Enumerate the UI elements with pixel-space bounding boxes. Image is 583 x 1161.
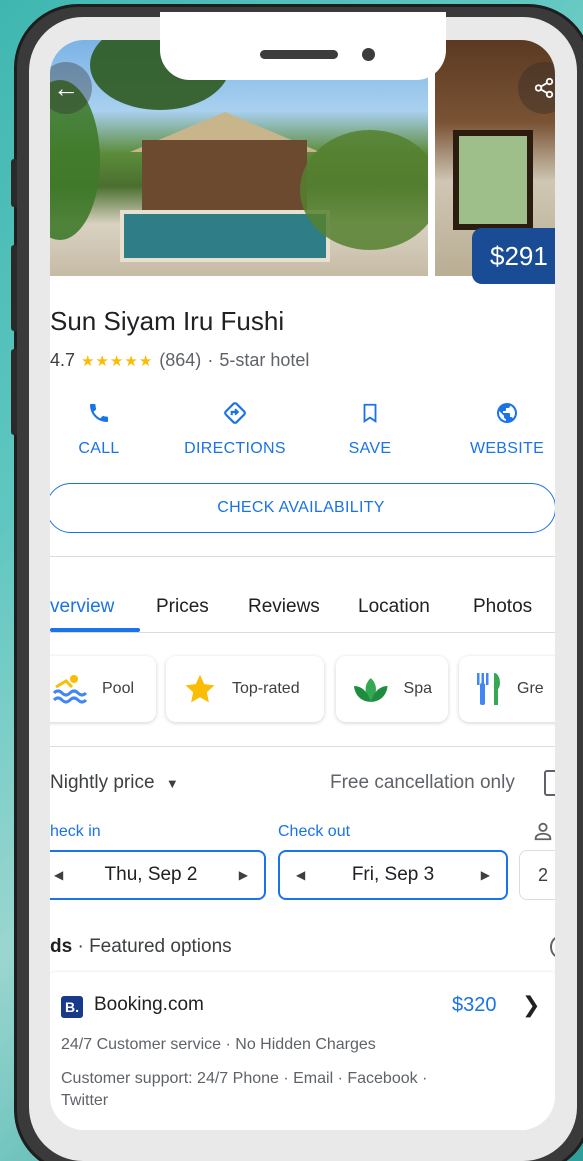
arrow-left-icon: ← bbox=[53, 72, 79, 103]
free-cancellation-checkbox[interactable] bbox=[544, 770, 555, 796]
website-label: WEBSITE bbox=[469, 440, 545, 457]
phone-volume-up bbox=[11, 245, 17, 331]
offer-features: 24/7 Customer service · No Hidden Charge… bbox=[61, 1036, 376, 1053]
tab-photos[interactable]: Photos bbox=[473, 596, 532, 618]
prev-date-icon[interactable]: ◀ bbox=[54, 868, 63, 882]
person-icon bbox=[534, 822, 552, 841]
divider bbox=[50, 746, 555, 747]
check-availability-button[interactable]: CHECK AVAILABILITY bbox=[50, 483, 555, 533]
directions-label: DIRECTIONS bbox=[184, 440, 286, 457]
review-count: (864) bbox=[159, 350, 202, 370]
featured-label: · Featured options bbox=[72, 936, 232, 957]
divider bbox=[50, 632, 555, 633]
divider bbox=[50, 556, 555, 557]
directions-button[interactable]: DIRECTIONS bbox=[178, 396, 292, 458]
directions-icon bbox=[224, 402, 246, 424]
amenity-chip-top-rated[interactable]: Top-rated bbox=[166, 656, 324, 722]
phone-volume-down bbox=[11, 349, 17, 435]
restaurant-icon bbox=[477, 673, 500, 705]
share-icon bbox=[534, 77, 554, 99]
amenity-chip-spa[interactable]: Spa bbox=[336, 656, 448, 722]
caret-down-icon: ▼ bbox=[165, 776, 179, 791]
action-row: CALL DIRECTIONS SAVE WEBSITE bbox=[50, 396, 555, 466]
tab-overview[interactable]: verview bbox=[50, 596, 114, 618]
nightly-price-dropdown[interactable]: Nightly price ▼ bbox=[50, 772, 179, 794]
tab-location[interactable]: Location bbox=[358, 596, 430, 618]
save-button[interactable]: SAVE bbox=[344, 396, 396, 458]
separator: · bbox=[207, 350, 214, 370]
tab-prices[interactable]: Prices bbox=[156, 596, 209, 618]
check-in-value: Thu, Sep 2 bbox=[104, 864, 198, 885]
offer-support: Customer support: 24/7 Phone · Email · F… bbox=[61, 1070, 428, 1109]
call-button[interactable]: CALL bbox=[74, 396, 124, 458]
phone-side-button bbox=[11, 159, 17, 207]
globe-icon bbox=[497, 403, 517, 423]
hotel-category: 5-star hotel bbox=[219, 350, 310, 370]
website-button[interactable]: WEBSITE bbox=[466, 396, 548, 458]
phone-icon bbox=[90, 404, 108, 422]
amenity-label: Spa bbox=[403, 680, 432, 697]
amenity-chip-pool[interactable]: Pool bbox=[50, 656, 156, 722]
offer-site-name: Booking.com bbox=[94, 994, 204, 1015]
call-label: CALL bbox=[78, 440, 120, 457]
check-out-picker[interactable]: ◀ Fri, Sep 3 ▶ bbox=[278, 850, 508, 900]
bookmark-icon bbox=[363, 403, 377, 423]
info-icon[interactable] bbox=[550, 936, 555, 958]
free-cancellation-label: Free cancellation only bbox=[330, 772, 515, 793]
offer-card-booking[interactable]: B. Booking.com $320 ❯ 24/7 Customer serv… bbox=[50, 972, 555, 1130]
pool-icon bbox=[52, 675, 88, 704]
nightly-price-label: Nightly price bbox=[50, 772, 155, 793]
guest-count: 2 bbox=[538, 864, 549, 885]
tab-bar: verview Prices Reviews Location Photos bbox=[50, 588, 555, 632]
next-date-icon[interactable]: ▶ bbox=[481, 868, 490, 882]
spa-icon bbox=[353, 678, 388, 702]
chevron-right-icon: ❯ bbox=[522, 992, 541, 1017]
amenity-label: Gre bbox=[517, 680, 544, 697]
rating-stars-icon: ★★★★★ bbox=[81, 352, 154, 370]
amenity-label: Pool bbox=[102, 680, 135, 697]
camera bbox=[362, 48, 375, 61]
booking-logo-icon: B. bbox=[61, 996, 83, 1018]
hotel-name: Sun Siyam Iru Fushi bbox=[50, 306, 285, 336]
rating-row[interactable]: 4.7 ★★★★★ (864) · 5-star hotel bbox=[50, 350, 309, 371]
featured-options-header: ds · Featured options bbox=[50, 936, 232, 958]
check-out-label: Check out bbox=[278, 823, 351, 840]
featured-prefix: ds bbox=[50, 936, 73, 957]
check-out-value: Fri, Sep 3 bbox=[351, 864, 435, 885]
save-label: SAVE bbox=[348, 440, 392, 457]
amenity-label: Top-rated bbox=[232, 680, 300, 697]
star-icon bbox=[185, 674, 215, 703]
speaker bbox=[260, 50, 338, 59]
guests-picker[interactable]: 2 bbox=[519, 850, 555, 900]
offer-price: $320 bbox=[452, 994, 497, 1016]
amenity-chip-restaurant[interactable]: Gre bbox=[459, 656, 555, 722]
app-screen: ← $291 Sun Siyam Iru Fushi 4.7 ★★★★★ (86… bbox=[50, 40, 555, 1130]
prev-date-icon[interactable]: ◀ bbox=[296, 868, 305, 882]
phone-notch bbox=[160, 12, 446, 80]
check-in-label: heck in bbox=[50, 823, 101, 840]
check-in-picker[interactable]: ◀ Thu, Sep 2 ▶ bbox=[50, 850, 266, 900]
price-badge[interactable]: $291 bbox=[472, 228, 555, 284]
next-date-icon[interactable]: ▶ bbox=[239, 868, 248, 882]
rating-value: 4.7 bbox=[50, 350, 76, 370]
tab-reviews[interactable]: Reviews bbox=[248, 596, 320, 618]
